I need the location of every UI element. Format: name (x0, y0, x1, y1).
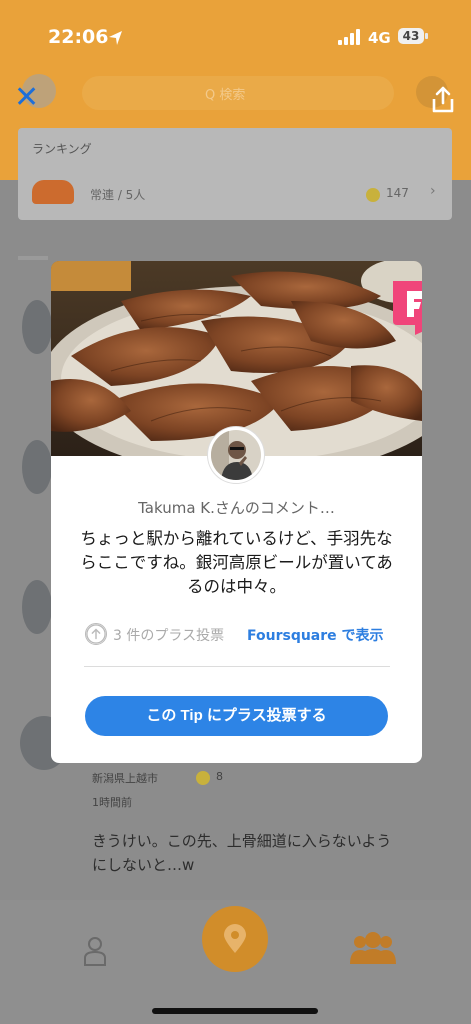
coin-icon (366, 188, 380, 202)
upvote-count: 3 件のプラス投票 (113, 628, 225, 644)
feed-text: きうけい。この先、上骨細道に入らないよう (92, 832, 392, 850)
close-icon[interactable]: ✕ (14, 83, 42, 113)
signal-bar-4 (356, 29, 360, 45)
battery-indicator: 43 (398, 28, 424, 44)
feed-coin-count: 8 (216, 770, 223, 783)
tip-modal: Takuma K.さんのコメント… ちょっと駅から離れているけど、手羽先ならここ… (51, 261, 422, 763)
signal-bar-2 (344, 37, 348, 45)
ranking-logo (32, 180, 74, 204)
upvote-arrow-icon (85, 623, 107, 645)
feed-divider (18, 256, 48, 260)
status-time: 22:06 (48, 26, 109, 48)
feed-avatar (22, 440, 52, 494)
signal-bar-3 (350, 33, 354, 45)
feed-location: 新潟県上越市 (92, 772, 158, 785)
ranking-count: 147 (386, 186, 409, 200)
search-placeholder: Q 検索 (205, 88, 246, 103)
battery-tip (425, 33, 428, 39)
tip-text: ちょっと駅から離れているけど、手羽先ならここですね。銀河高原ビールが置いてあるの… (80, 529, 393, 596)
ranking-item-label: 常連 / 5人 (90, 188, 146, 202)
upvote-tip-button[interactable]: この Tip にプラス投票する (85, 696, 388, 736)
location-arrow-icon (109, 31, 122, 45)
feed-avatar (22, 300, 52, 354)
foursquare-icon[interactable] (393, 281, 422, 335)
signal-bar-1 (338, 40, 342, 45)
author-photo (211, 430, 261, 480)
home-indicator (152, 1008, 318, 1014)
network-type: 4G (368, 29, 391, 47)
people-icon[interactable] (348, 930, 398, 964)
author-avatar[interactable] (208, 427, 264, 483)
pin-icon (224, 924, 246, 953)
tip-author: Takuma K.さんのコメント… (138, 499, 335, 517)
feed-text: にしないと…w (92, 856, 195, 874)
feed-timestamp: 1時間前 (92, 796, 132, 809)
coin-icon (196, 771, 210, 785)
profile-icon[interactable] (84, 936, 106, 966)
feed-avatar (22, 580, 52, 634)
upvote-row: 3 件のプラス投票 Foursquare で表示 (85, 623, 395, 645)
share-icon[interactable] (430, 86, 456, 114)
divider (84, 666, 390, 667)
chevron-right-icon: › (430, 183, 436, 199)
ranking-title: ランキング (32, 142, 92, 156)
view-on-foursquare-link[interactable]: Foursquare で表示 (247, 625, 384, 645)
